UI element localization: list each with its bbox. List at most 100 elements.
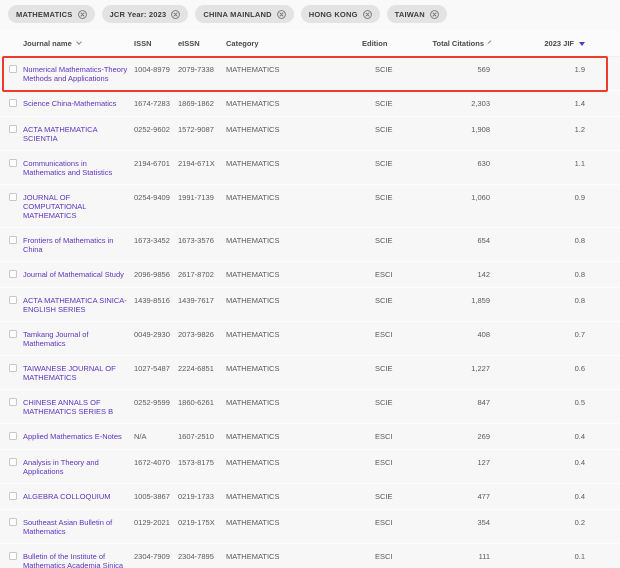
column-header-label: 2023 JIF <box>544 39 574 48</box>
column-header-name[interactable]: Journal name <box>23 39 134 48</box>
issn-cell: N/A <box>134 432 178 441</box>
category-cell: MATHEMATICS <box>226 458 362 467</box>
column-header-eissn: eISSN <box>178 39 226 48</box>
edition-cell: SCIE <box>362 296 440 305</box>
chip-close-icon[interactable] <box>78 10 87 19</box>
category-cell: MATHEMATICS <box>226 270 362 279</box>
journal-name-link[interactable]: Applied Mathematics E-Notes <box>23 432 122 441</box>
row-checkbox[interactable] <box>9 193 17 201</box>
chip-close-icon[interactable] <box>363 10 372 19</box>
row-checkbox[interactable] <box>9 330 17 338</box>
chip-close-icon[interactable] <box>430 10 439 19</box>
row-checkbox[interactable] <box>9 159 17 167</box>
jif-cell: 0.5 <box>490 398 590 407</box>
row-checkbox[interactable] <box>9 99 17 107</box>
category-cell: MATHEMATICS <box>226 159 362 168</box>
journal-name-link[interactable]: Bulletin of the Institute of Mathematics… <box>23 552 123 568</box>
eissn-cell: 1439-7617 <box>178 296 226 305</box>
filter-chip: MATHEMATICS <box>8 5 95 23</box>
column-header-jif[interactable]: 2023 JIF <box>490 39 590 48</box>
row-checkbox[interactable] <box>9 492 17 500</box>
sort-desc-icon <box>579 42 585 46</box>
row-checkbox[interactable] <box>9 364 17 372</box>
column-header-citations[interactable]: Total Citations <box>440 39 490 48</box>
table-row: Journal of Mathematical Study 2096-9856 … <box>0 262 620 288</box>
issn-cell: 1027-5487 <box>134 364 178 373</box>
column-header-category: Category <box>226 39 362 48</box>
journal-name-link[interactable]: ACTA MATHEMATICA SINICA-ENGLISH SERIES <box>23 296 127 314</box>
table-row: ACTA MATHEMATICA SINICA-ENGLISH SERIES 1… <box>0 288 620 322</box>
eissn-cell: 2194-671X <box>178 159 226 168</box>
row-checkbox[interactable] <box>9 236 17 244</box>
table-row: Science China-Mathematics 1674-7283 1869… <box>0 91 620 117</box>
jif-cell: 0.2 <box>490 518 590 527</box>
journal-name-link[interactable]: Communications in Mathematics and Statis… <box>23 159 112 177</box>
chip-close-icon[interactable] <box>171 10 180 19</box>
row-checkbox[interactable] <box>9 458 17 466</box>
journal-name-link[interactable]: Analysis in Theory and Applications <box>23 458 99 476</box>
jif-cell: 1.1 <box>490 159 590 168</box>
category-cell: MATHEMATICS <box>226 296 362 305</box>
row-checkbox[interactable] <box>9 398 17 406</box>
total-citations-cell: 1,908 <box>440 125 490 134</box>
category-cell: MATHEMATICS <box>226 552 362 561</box>
row-checkbox[interactable] <box>9 125 17 133</box>
total-citations-cell: 1,060 <box>440 193 490 202</box>
column-header-label: Edition <box>362 39 387 48</box>
category-cell: MATHEMATICS <box>226 518 362 527</box>
column-header-label: Total Citations <box>432 39 484 48</box>
total-citations-cell: 477 <box>440 492 490 501</box>
edition-cell: SCIE <box>362 364 440 373</box>
journal-name-link[interactable]: Frontiers of Mathematics in China <box>23 236 113 254</box>
jif-cell: 0.4 <box>490 492 590 501</box>
row-checkbox[interactable] <box>9 65 17 73</box>
total-citations-cell: 654 <box>440 236 490 245</box>
issn-cell: 1004-8979 <box>134 65 178 74</box>
journal-name-link[interactable]: CHINESE ANNALS OF MATHEMATICS SERIES B <box>23 398 113 416</box>
journal-name-link[interactable]: Numerical Mathematics-Theory Methods and… <box>23 65 127 83</box>
eissn-cell: 0219-1733 <box>178 492 226 501</box>
jif-cell: 0.8 <box>490 236 590 245</box>
journal-name-link[interactable]: Southeast Asian Bulletin of Mathematics <box>23 518 112 536</box>
journal-name-link[interactable]: ACTA MATHEMATICA SCIENTIA <box>23 125 97 143</box>
eissn-cell: 2079-7338 <box>178 65 226 74</box>
category-cell: MATHEMATICS <box>226 432 362 441</box>
jif-cell: 1.4 <box>490 99 590 108</box>
edition-cell: ESCI <box>362 270 440 279</box>
row-checkbox[interactable] <box>9 270 17 278</box>
issn-cell: 2304-7909 <box>134 552 178 561</box>
category-cell: MATHEMATICS <box>226 125 362 134</box>
journal-name-link[interactable]: JOURNAL OF COMPUTATIONAL MATHEMATICS <box>23 193 86 220</box>
edition-cell: SCIE <box>362 99 440 108</box>
total-citations-cell: 2,303 <box>440 99 490 108</box>
filter-chip: TAIWAN <box>387 5 447 23</box>
jif-cell: 0.9 <box>490 193 590 202</box>
filter-chip-bar: MATHEMATICS JCR Year: 2023 CHINA MAINLAN… <box>0 0 620 30</box>
journal-name-link[interactable]: Tamkang Journal of Mathematics <box>23 330 88 348</box>
filter-chip-label: CHINA MAINLAND <box>203 10 271 19</box>
column-header-label: ISSN <box>134 39 152 48</box>
filter-chip-label: JCR Year: 2023 <box>110 10 167 19</box>
row-checkbox[interactable] <box>9 432 17 440</box>
total-citations-cell: 354 <box>440 518 490 527</box>
chip-close-icon[interactable] <box>277 10 286 19</box>
issn-cell: 0129-2021 <box>134 518 178 527</box>
journal-name-link[interactable]: ALGEBRA COLLOQUIUM <box>23 492 111 501</box>
edition-cell: ESCI <box>362 330 440 339</box>
row-checkbox[interactable] <box>9 552 17 560</box>
table-row: ACTA MATHEMATICA SCIENTIA 0252-9602 1572… <box>0 117 620 151</box>
jif-cell: 0.8 <box>490 296 590 305</box>
journal-name-link[interactable]: Science China-Mathematics <box>23 99 116 108</box>
journal-name-link[interactable]: Journal of Mathematical Study <box>23 270 124 279</box>
row-checkbox[interactable] <box>9 296 17 304</box>
jif-cell: 0.7 <box>490 330 590 339</box>
total-citations-cell: 847 <box>440 398 490 407</box>
row-checkbox[interactable] <box>9 518 17 526</box>
journal-name-link[interactable]: TAIWANESE JOURNAL OF MATHEMATICS <box>23 364 116 382</box>
journals-table: Journal nameISSN eISSNCategoryEdition Tota… <box>0 30 620 568</box>
table-header: Journal nameISSN eISSNCategoryEdition Tota… <box>0 30 620 57</box>
eissn-cell: 1869-1862 <box>178 99 226 108</box>
table-row: Applied Mathematics E-Notes N/A 1607-251… <box>0 424 620 450</box>
table-row: Analysis in Theory and Applications 1672… <box>0 450 620 484</box>
total-citations-cell: 127 <box>440 458 490 467</box>
